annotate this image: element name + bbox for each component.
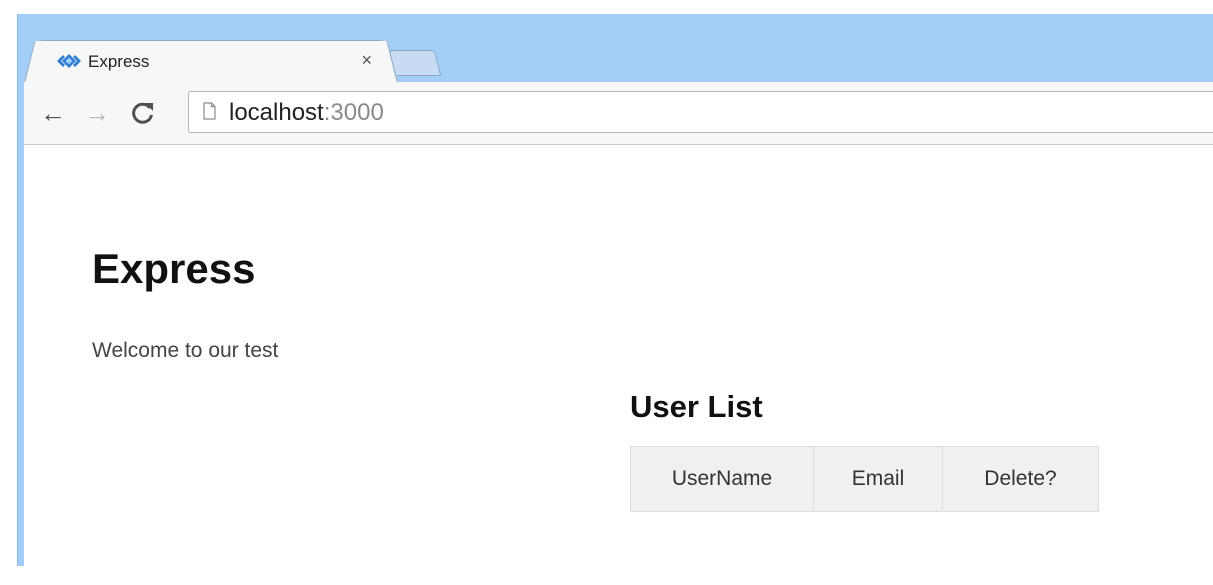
forward-arrow-icon[interactable]: → <box>80 96 114 130</box>
page-content: Express Welcome to our test User List Us… <box>24 145 1213 566</box>
column-header-email: Email <box>813 446 943 512</box>
back-arrow-icon[interactable]: ← <box>36 96 70 130</box>
table-header-row: UserName Email Delete? <box>630 446 1099 512</box>
browser-toolbar: ← → localhost:3000 <box>24 82 1213 145</box>
reload-icon-graphic <box>132 102 153 124</box>
express-favicon-icon <box>57 54 81 68</box>
url-host: localhost <box>229 99 324 126</box>
column-header-delete: Delete? <box>942 446 1099 512</box>
tab-title: Express <box>88 52 150 71</box>
reload-icon[interactable] <box>126 96 160 130</box>
url-text[interactable]: localhost:3000 <box>229 99 384 127</box>
column-header-username: UserName <box>630 446 814 512</box>
user-list-heading: User List <box>630 389 763 424</box>
close-icon[interactable]: × <box>361 50 372 71</box>
page-icon <box>203 102 216 120</box>
url-port: :3000 <box>323 99 384 126</box>
page-title: Express <box>92 245 256 292</box>
address-bar[interactable]: localhost:3000 <box>188 91 1213 133</box>
welcome-text: Welcome to our test <box>92 339 279 362</box>
screenshot: Express × ← → localhost:3000 Express Wel… <box>0 0 1213 585</box>
tab-express[interactable]: Express × <box>35 40 387 83</box>
browser-window: Express × ← → localhost:3000 Express Wel… <box>17 14 1213 566</box>
user-list-table: UserName Email Delete? <box>630 446 1099 512</box>
tab-strip: Express × <box>18 14 1213 83</box>
new-tab-button[interactable] <box>388 50 442 76</box>
